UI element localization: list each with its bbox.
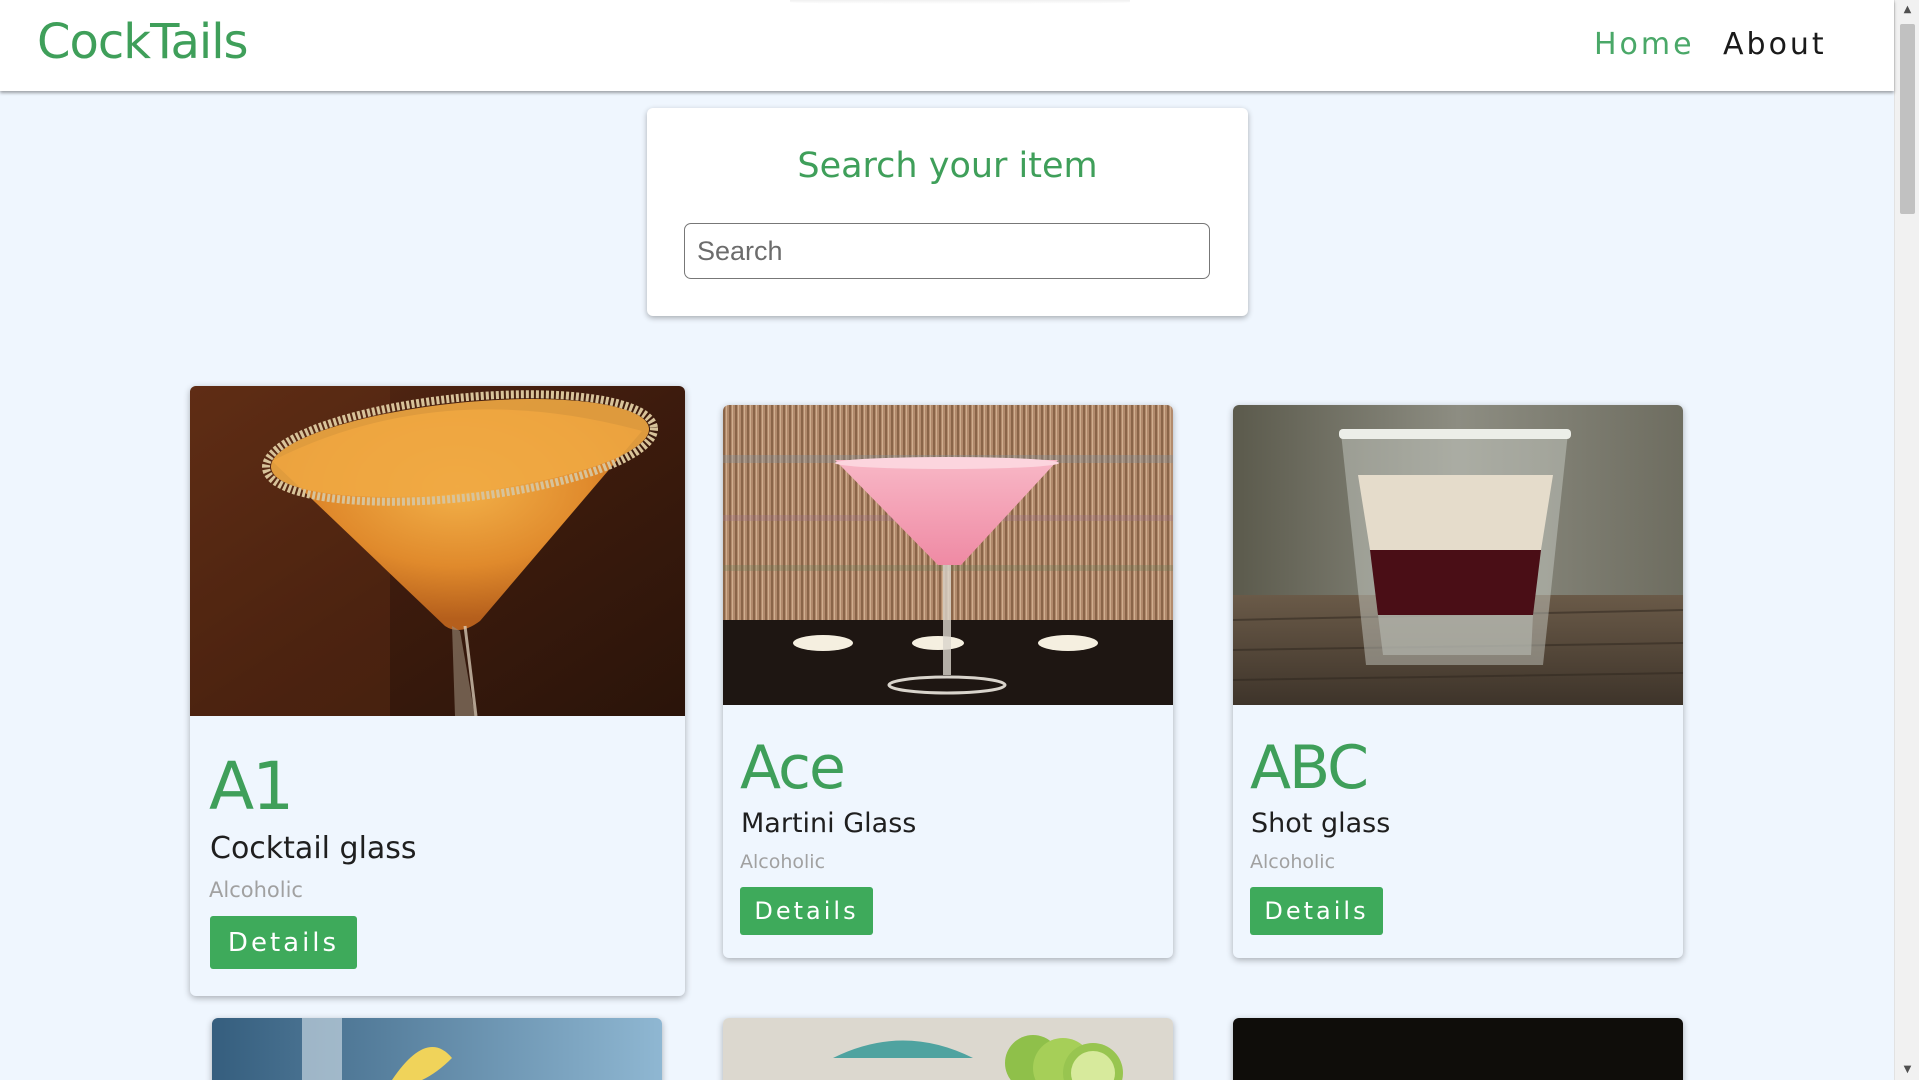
cocktail-image[interactable] [212,1018,662,1080]
orange-martini-photo [190,386,685,716]
cocktail-card[interactable]: Ace Martini Glass Alcoholic Details [723,405,1173,958]
navbar: CockTails Home About [0,0,1894,91]
cocktail-type: Alcoholic [209,878,303,902]
nav-link-about[interactable]: About [1723,27,1827,62]
details-button[interactable]: Details [740,887,873,935]
cocktail-name: ABC [1250,733,1369,803]
search-title: Search your item [797,146,1098,186]
cocktail-card[interactable] [212,1018,662,1080]
search-input[interactable] [684,223,1210,279]
details-button[interactable]: Details [1250,887,1383,935]
details-button[interactable]: Details [210,916,357,969]
cocktail-image[interactable] [1233,1018,1683,1080]
nav-link-home[interactable]: Home [1594,27,1695,62]
top-shadow [790,0,1130,4]
cocktail-name: Ace [740,733,846,803]
search-panel: Search your item [647,108,1248,316]
cocktail-glass: Martini Glass [741,808,917,839]
cocktail-image[interactable] [723,1018,1173,1080]
cocktail-image[interactable] [190,386,685,716]
scroll-up-icon[interactable]: ▲ [1895,0,1919,20]
cocktail-image[interactable] [723,405,1173,705]
layered-shot-photo [1233,405,1683,705]
cocktail-image[interactable] [1233,405,1683,705]
cocktail-card[interactable] [1233,1018,1683,1080]
cocktail-card[interactable]: A1 Cocktail glass Alcoholic Details [190,386,685,996]
cocktail-glass: Cocktail glass [210,831,417,866]
cocktail-name: A1 [209,748,294,825]
cocktail-type: Alcoholic [1250,851,1336,873]
brand-logo[interactable]: CockTails [37,14,249,70]
cocktail-type: Alcoholic [740,851,826,873]
cocktail-card[interactable]: ABC Shot glass Alcoholic Details [1233,405,1683,958]
pink-martini-photo [723,405,1173,705]
scrollbar-thumb[interactable] [1900,24,1915,214]
scrollbar[interactable]: ▲ ▼ [1894,0,1919,1080]
cocktail-card[interactable] [723,1018,1173,1080]
scroll-down-icon[interactable]: ▼ [1895,1060,1919,1080]
cocktail-glass: Shot glass [1251,808,1391,839]
